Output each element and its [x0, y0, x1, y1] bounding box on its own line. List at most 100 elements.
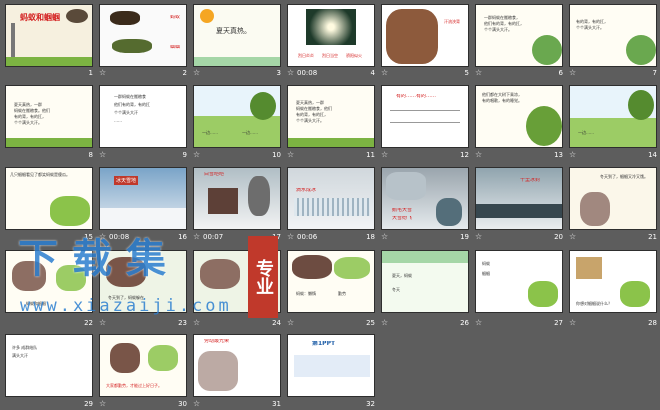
slide-line: 夏天真热，一群 [14, 102, 42, 107]
slide-title: 冰天雪地 [114, 176, 139, 185]
slide-line: 夏天真热，一群 [296, 100, 324, 105]
slide-line: 几只蝈蝈看见了都笑蚂蚁是傻瓜。 [10, 172, 70, 177]
slide-meta-28: ☆ 28 [569, 318, 657, 327]
slide-line: 蚂蚁在搬粮食，他们 [296, 106, 332, 111]
slide-line: 有的唱歌，有的睡觉。 [482, 98, 522, 103]
slide-thumb-27[interactable]: 蚂蚁 蝈蝈 [475, 250, 563, 313]
slide-line: 他们有的背，有的扛， [484, 21, 524, 26]
slide-line: 烈日炎炎 [298, 53, 314, 58]
slide-thumb-30[interactable]: 大家都勤劳，才能过上好日子。 [99, 334, 187, 397]
star-icon: ☆ [193, 150, 201, 159]
slide-thumb-1[interactable]: 蚂蚁和蝈蝈 [5, 4, 93, 67]
slide-thumb-31[interactable]: 劳动最光荣 [193, 334, 281, 397]
slide-thumb-19[interactable]: 鹅毛大雪 大雪纷飞 [381, 167, 469, 230]
slide-thumb-18[interactable]: 滴水成冰 [287, 167, 375, 230]
slide-thumb-4[interactable]: 烈日炎炎 烈日当空 骄阳似火 [287, 4, 375, 67]
slide-thumb-32[interactable]: 第1PPT [287, 334, 375, 397]
star-icon: ☆ [569, 68, 577, 77]
slide-meta-11: ☆ 11 [287, 150, 375, 159]
star-icon: ☆ [381, 68, 389, 77]
slide-line: 一边…… [202, 130, 218, 135]
slide-line: 蚂蚁：懒惰 [296, 291, 316, 296]
star-icon: ☆ [381, 232, 389, 241]
slide-thumb-10[interactable]: 一边…… 一边…… [193, 85, 281, 148]
slide-thumb-16[interactable]: 冰天雪地 [99, 167, 187, 230]
star-icon: ☆ [193, 68, 201, 77]
star-icon: ☆ [475, 318, 483, 327]
slide-meta-10: ☆ 10 [193, 150, 281, 159]
slide-thumb-2[interactable]: 蚂蚁 蝈蝈 [99, 4, 187, 67]
slide-thumb-17[interactable]: 白雪皑皑 [193, 167, 281, 230]
slide-thumb-12[interactable]: 有的……有的…… [381, 85, 469, 148]
star-icon: ☆ [569, 318, 577, 327]
star-icon: ☆ [475, 68, 483, 77]
slide-thumb-13[interactable]: 他们都在大树下乘凉， 有的唱歌，有的睡觉。 [475, 85, 563, 148]
slide-thumb-15[interactable]: 几只蝈蝈看见了都笑蚂蚁是傻瓜。 [5, 167, 93, 230]
watermark-text: 下载集 [18, 235, 180, 282]
star-icon: ☆ [475, 150, 483, 159]
slide-thumb-6[interactable]: 一群蚂蚁在搬粮食， 他们有的背，有的扛， 个个满头大汗。 [475, 4, 563, 67]
slide-meta-23: ☆ 23 [99, 318, 187, 327]
slide-line: 勤劳 [338, 291, 346, 296]
slide-line: 冬天 [392, 287, 400, 292]
slide-meta-21: ☆ 21 [569, 232, 657, 241]
star-icon: ☆ [475, 232, 483, 241]
slide-meta-5: ☆ 5 [381, 68, 469, 77]
slide-meta-31: ☆ 31 [193, 399, 281, 408]
star-icon: ☆ [569, 232, 577, 241]
slide-title: 鹅毛大雪 [392, 208, 413, 213]
slide-meta-4: ☆ 00:08 4 [287, 68, 375, 77]
slide-thumb-26[interactable]: 夏天，蚂蚁 冬天 [381, 250, 469, 313]
slide-meta-3: ☆ 3 [193, 68, 281, 77]
slide-line: …… [114, 118, 122, 123]
slide-meta-13: ☆ 13 [475, 150, 563, 159]
slide-meta-8: 8 [88, 151, 93, 159]
star-icon: ☆ [287, 68, 295, 77]
star-icon: ☆ [381, 150, 389, 159]
slide-meta-7: ☆ 7 [569, 68, 657, 77]
slide-thumb-21[interactable]: 冬天到了，蝈蝈又冷又饿。 [569, 167, 657, 230]
slide-title: 滴水成冰 [296, 188, 317, 193]
slide-line: 满头大汗 [12, 353, 28, 358]
slide-thumb-7[interactable]: 有的背，有的扛， 个个满头大汗。 [569, 4, 657, 67]
star-icon: ☆ [99, 150, 107, 159]
slide-line: 冬天到了，蝈蝈又冷又饿。 [600, 174, 648, 179]
slide-line: 蚂蚁 [482, 261, 490, 266]
slide-line: 夏天，蚂蚁 [392, 273, 412, 278]
slide-meta-26: ☆ 26 [381, 318, 469, 327]
slide-thumb-5[interactable]: 汗流浃背 [381, 4, 469, 67]
star-icon: ☆ [99, 399, 107, 408]
slide-meta-14: ☆ 14 [569, 150, 657, 159]
slide-meta-30: ☆ 30 [99, 399, 187, 408]
slide-line: 你想对蝈蝈说什么？ [576, 301, 612, 306]
slide-line: 许多 成群结队 [12, 345, 38, 350]
slide-line: 个个满头大汗。 [296, 118, 324, 123]
star-icon: ☆ [99, 318, 107, 327]
watermark-url: www.xiazaiji.com [20, 296, 232, 316]
slide-meta-29: 29 [84, 400, 93, 408]
slide-thumb-28[interactable]: 你想对蝈蝈说什么？ [569, 250, 657, 313]
slide-line: 他们有的背，有的扛 [114, 102, 150, 107]
slide-thumb-25[interactable]: 蚂蚁：懒惰 勤劳 [287, 250, 375, 313]
slide-thumb-11[interactable]: 夏天真热，一群 蚂蚁在搬粮食，他们 有的背，有的扛， 个个满头大汗。 [287, 85, 375, 148]
slide-thumb-20[interactable]: 千里冰封 [475, 167, 563, 230]
star-icon: ☆ [287, 318, 295, 327]
slide-thumb-9[interactable]: 一群蚂蚁在搬粮食 他们有的背，有的扛 个个满头大汗 …… [99, 85, 187, 148]
slide-title: 千里冰封 [520, 178, 541, 183]
slide-line: 有的背，有的扛， [296, 112, 328, 117]
watermark-badge: 专业 [248, 236, 278, 318]
slide-thumb-14[interactable]: 一边…… [569, 85, 657, 148]
slide-thumb-3[interactable]: 夏天真热。 [193, 4, 281, 67]
slide-line: 他们都在大树下乘凉， [482, 92, 522, 97]
slide-line: 个个满头大汗 [114, 110, 138, 115]
slide-thumb-29[interactable]: 许多 成群结队 满头大汗 [5, 334, 93, 397]
slide-meta-25: ☆ 25 [287, 318, 375, 327]
slide-title: 夏天真热。 [216, 27, 251, 35]
slide-line: 一边…… [578, 130, 594, 135]
slide-line: 大家都勤劳，才能过上好日子。 [106, 383, 162, 388]
slide-thumb-8[interactable]: 夏天真热，一群 蚂蚁在搬粮食。他们 有的背，有的扛， 个个满头大汗。 [5, 85, 93, 148]
slide-meta-6: ☆ 6 [475, 68, 563, 77]
slide-line: 汗流浃背 [444, 19, 460, 24]
slide-line: 一边…… [242, 130, 258, 135]
star-icon: ☆ [287, 232, 295, 241]
